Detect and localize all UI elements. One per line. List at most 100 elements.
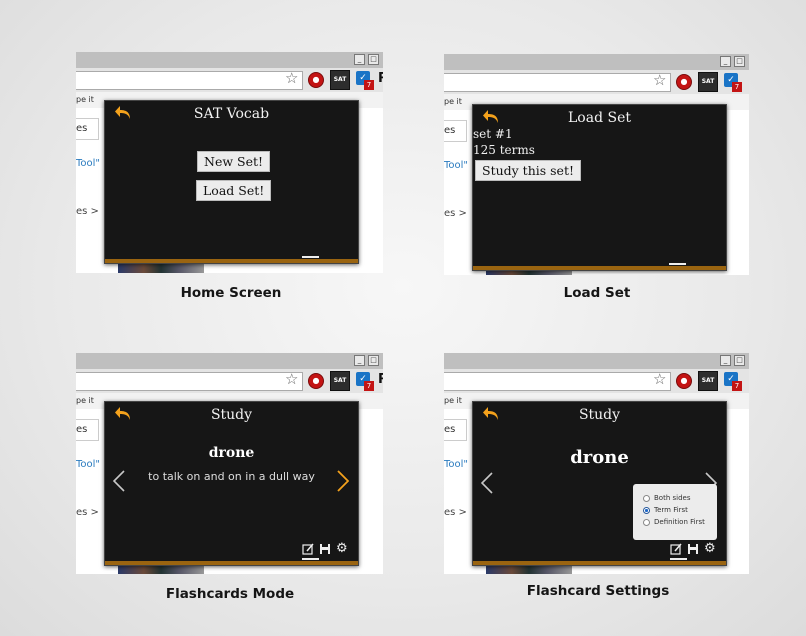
- minimize-button[interactable]: _: [354, 54, 365, 65]
- popup-title: Study: [210, 407, 253, 423]
- bookmark-item[interactable]: pe it: [76, 396, 94, 405]
- panel-flashcards-mode: _□ ☆ ● SAT ✓ 7 R pe it es Tool" es > Stu…: [76, 353, 383, 574]
- page-link[interactable]: Tool": [444, 160, 468, 171]
- window-titlebar: _ □: [444, 54, 749, 70]
- page-item[interactable]: es >: [76, 206, 99, 217]
- sat-extension-icon[interactable]: SAT: [330, 371, 350, 391]
- option-term-first[interactable]: Term First: [643, 506, 688, 514]
- flashcard-term[interactable]: drone: [105, 445, 358, 461]
- address-bar[interactable]: [76, 372, 303, 391]
- page-tab[interactable]: es: [444, 120, 467, 142]
- star-icon[interactable]: ☆: [653, 370, 666, 388]
- term-count: 125 terms: [473, 143, 535, 157]
- edit-icon[interactable]: [670, 543, 682, 555]
- minimize-button[interactable]: _: [720, 56, 731, 67]
- page-item[interactable]: es >: [76, 507, 99, 518]
- bookmark-item[interactable]: pe it: [444, 97, 462, 106]
- sat-extension-icon[interactable]: SAT: [698, 72, 718, 92]
- caption-home-screen: Home Screen: [180, 285, 282, 301]
- stop-extension-icon[interactable]: ●: [308, 373, 324, 389]
- page-link[interactable]: Tool": [76, 459, 100, 470]
- next-card-arrow-icon[interactable]: [337, 470, 349, 492]
- restore-button[interactable]: □: [734, 56, 745, 67]
- sat-extension-icon[interactable]: SAT: [698, 371, 718, 391]
- popup-title: Study: [578, 407, 621, 423]
- restore-button[interactable]: □: [368, 355, 379, 366]
- r-extension-icon[interactable]: R: [378, 71, 383, 86]
- star-icon[interactable]: ☆: [285, 370, 298, 388]
- panel-home-screen: _□ ☆ ● SAT ✓ 7 R pe it es Tool" es > SAT…: [76, 52, 383, 273]
- card-order-settings: Both sides Term First Definition First: [633, 484, 717, 540]
- radio-both-sides[interactable]: [643, 494, 650, 502]
- set-name[interactable]: set #1: [473, 127, 513, 141]
- settings-gear-icon[interactable]: ⚙: [704, 542, 716, 555]
- bookmark-item[interactable]: pe it: [76, 95, 94, 104]
- notification-badge: 7: [732, 82, 742, 92]
- toolbar: ☆ ● SAT ✓ 7 R: [76, 68, 383, 92]
- page-indicator: [302, 256, 319, 258]
- minimize-button[interactable]: _: [720, 355, 731, 366]
- option-label: Both sides: [654, 494, 691, 502]
- option-both-sides[interactable]: Both sides: [643, 494, 690, 502]
- flashcard-settings-popup: Study drone Both sides Term First Defini…: [472, 401, 727, 566]
- page-indicator: [669, 263, 686, 265]
- restore-button[interactable]: □: [368, 54, 379, 65]
- notification-badge: 7: [732, 381, 742, 391]
- sat-vocab-popup: SAT Vocab New Set! Load Set!: [104, 100, 359, 264]
- background-page: es Tool" es >: [76, 409, 106, 574]
- settings-gear-icon[interactable]: ⚙: [336, 542, 348, 555]
- toolbar: ☆ ● SAT ✓ 7: [444, 70, 749, 94]
- star-icon[interactable]: ☆: [653, 71, 666, 89]
- stop-extension-icon[interactable]: ●: [676, 74, 692, 90]
- toolbar: ☆ ● SAT ✓ 7 R: [76, 369, 383, 393]
- popup-bottom-stripe: [473, 266, 726, 270]
- study-this-set-button[interactable]: Study this set!: [475, 160, 581, 181]
- save-icon[interactable]: [319, 543, 331, 555]
- popup-title: SAT Vocab: [193, 106, 270, 122]
- minimize-button[interactable]: _: [354, 355, 365, 366]
- r-extension-icon[interactable]: R: [378, 372, 383, 387]
- page-link[interactable]: Tool": [444, 459, 468, 470]
- stop-extension-icon[interactable]: ●: [308, 72, 324, 88]
- page-indicator: [302, 558, 319, 560]
- card-toolbar: ⚙: [670, 542, 716, 555]
- caption-flashcards-mode: Flashcards Mode: [165, 586, 295, 602]
- page-indicator: [670, 558, 687, 560]
- panel-load-set: _ □ ☆ ● SAT ✓ 7 pe it es Tool" es > Load …: [444, 54, 749, 275]
- notification-badge: 7: [364, 381, 374, 391]
- stop-extension-icon[interactable]: ●: [676, 373, 692, 389]
- card-toolbar: ⚙: [302, 542, 348, 555]
- restore-button[interactable]: □: [734, 355, 745, 366]
- caption-load-set: Load Set: [563, 285, 631, 301]
- load-set-button[interactable]: Load Set!: [196, 180, 272, 201]
- save-icon[interactable]: [687, 543, 699, 555]
- option-definition-first[interactable]: Definition First: [643, 518, 705, 526]
- address-bar[interactable]: [76, 71, 303, 90]
- star-icon[interactable]: ☆: [285, 69, 298, 87]
- background-page: es Tool" es >: [444, 110, 474, 275]
- edit-icon[interactable]: [302, 543, 314, 555]
- toolbar: ☆ ● SAT ✓ 7: [444, 369, 749, 393]
- address-bar[interactable]: [444, 372, 671, 391]
- popup-title: Load Set: [568, 110, 631, 126]
- page-item[interactable]: es >: [444, 507, 467, 518]
- sat-extension-icon[interactable]: SAT: [330, 70, 350, 90]
- flashcards-popup: Study drone to talk on and on in a dull …: [104, 401, 359, 566]
- radio-term-first[interactable]: [643, 506, 650, 514]
- radio-definition-first[interactable]: [643, 518, 650, 526]
- flashcard-definition[interactable]: to talk on and on in a dull way: [105, 470, 358, 483]
- new-set-button[interactable]: New Set!: [197, 151, 271, 172]
- page-tab[interactable]: es: [444, 419, 467, 441]
- page-item[interactable]: es >: [444, 208, 467, 219]
- bookmark-item[interactable]: pe it: [444, 396, 462, 405]
- previous-card-arrow-icon[interactable]: [113, 470, 125, 492]
- window-titlebar: _ □: [76, 52, 383, 68]
- page-link[interactable]: Tool": [76, 158, 100, 169]
- previous-card-arrow-icon[interactable]: [481, 472, 493, 494]
- thumbnail-strip: [118, 263, 204, 273]
- page-tab[interactable]: es: [76, 419, 99, 441]
- page-tab[interactable]: es: [76, 118, 99, 140]
- flashcard-term[interactable]: drone: [473, 447, 726, 468]
- address-bar[interactable]: [444, 73, 671, 92]
- notification-badge: 7: [364, 80, 374, 90]
